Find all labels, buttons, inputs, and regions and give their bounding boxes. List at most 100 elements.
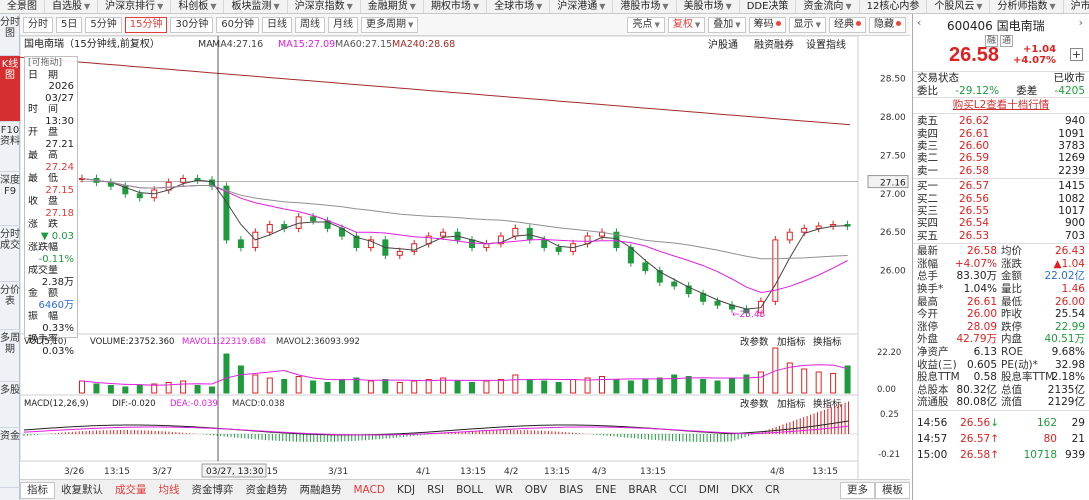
left-tab[interactable]: 深度F9 xyxy=(0,172,20,226)
indicator-tab[interactable]: 资金博弈 xyxy=(186,481,240,500)
indicator-tab[interactable]: BIAS xyxy=(553,481,589,500)
l2-purchase-link[interactable]: 购买L2查看十档行情 xyxy=(913,98,1089,115)
quote-row: 总手 83.30万 金额 22.02亿 xyxy=(913,270,1089,283)
indicator-tab[interactable]: MACD xyxy=(348,481,391,500)
period-button[interactable]: 60分钟 xyxy=(216,16,259,33)
period-button[interactable]: 日线 xyxy=(261,16,292,33)
indicator-tab[interactable]: BRAR xyxy=(622,481,663,500)
indicator-tab[interactable]: 模板 xyxy=(875,481,910,499)
left-tab[interactable]: 多股 xyxy=(0,382,20,428)
kline-chart-area[interactable]: 国电南瑞（15分钟线,前复权） MA MA4:27.16 MA15:27.09 MA60… xyxy=(19,35,910,479)
indicator-tab[interactable]: KDJ xyxy=(391,481,421,500)
period-button[interactable]: 更多周期 ▼ xyxy=(360,16,419,33)
menu-item[interactable]: 全景图 xyxy=(0,0,45,13)
indicator-tab[interactable]: CCI xyxy=(663,481,693,500)
period-button[interactable]: 月线 xyxy=(327,16,358,33)
tool-button[interactable]: 筹码 xyxy=(748,16,786,33)
menu-item[interactable]: 板块监测 ▼ xyxy=(224,0,288,13)
period-button[interactable]: 5日 xyxy=(56,16,83,33)
next-stock-icon[interactable]: › xyxy=(1079,16,1083,29)
info-value: 2026 xyxy=(48,81,74,92)
tool-button[interactable]: 亮点 ▼ xyxy=(627,16,665,33)
indicator-tab[interactable]: 收复默认 xyxy=(55,481,109,500)
chevron-down-icon: ▼ xyxy=(654,20,660,29)
drag-hint[interactable]: [可拖动] xyxy=(28,58,74,70)
last-price: 26.58 xyxy=(949,44,1000,66)
left-tab[interactable]: K线图 xyxy=(0,56,20,122)
buy-orderbook: 买一 26.57 1415 买二 26.56 1082 买三 26.55 1017 买四 26.54… xyxy=(913,179,1089,245)
menu-item[interactable]: 沪深京排行 ▼ xyxy=(98,0,172,13)
menu-item[interactable]: 资金流向 ▼ xyxy=(796,0,860,13)
menu-item[interactable]: 沪市导航 xyxy=(1064,0,1089,13)
period-button[interactable]: 15分钟 xyxy=(124,16,168,33)
chart-action-button: 融资融券 xyxy=(754,38,794,51)
x-axis-label: 13:15 xyxy=(544,467,570,477)
menu-item[interactable]: 沪深港通 ▼ xyxy=(550,0,614,13)
quote-value: 26.61 xyxy=(966,295,997,308)
left-tab[interactable]: 多周期 xyxy=(0,330,20,382)
orderbook-price: 26.62 xyxy=(959,115,990,128)
menu-item[interactable]: DDE决策 xyxy=(740,0,797,13)
tool-button[interactable]: 复权 ▼ xyxy=(667,16,706,33)
info-key: 金 额 xyxy=(28,288,58,299)
menu-item-label: 科创板 xyxy=(178,1,209,12)
quote-row: 股息TTM 0.58 股息率TTM 2.18% xyxy=(913,371,1089,384)
period-button[interactable]: 分时 xyxy=(23,16,53,33)
menu-item[interactable]: 沪深京指数 ▼ xyxy=(288,0,361,13)
left-tab[interactable]: F10资料 xyxy=(0,122,20,172)
left-tab[interactable]: 分时成交 xyxy=(0,226,20,282)
menu-item[interactable]: 港股市场 ▼ xyxy=(613,0,677,13)
indicator-tab[interactable]: OBV xyxy=(519,481,553,500)
orderbook-volume: 1017 xyxy=(1058,205,1085,218)
period-button[interactable]: 30分钟 xyxy=(170,16,214,33)
volume-bar xyxy=(497,379,504,394)
indicator-tab[interactable]: 指标 xyxy=(20,481,55,499)
quote-value: 83.30万 xyxy=(956,270,997,283)
tool-button[interactable]: 隐藏 xyxy=(869,16,906,33)
indicator-tab[interactable]: 成交量 xyxy=(109,481,153,500)
indicator-tab[interactable]: 两融趋势 xyxy=(294,481,348,500)
orderbook-volume: 1091 xyxy=(1058,127,1085,140)
tool-button[interactable]: 叠加 ▼ xyxy=(708,16,746,33)
left-tab[interactable]: 分价表 xyxy=(0,282,20,330)
indicator-tab[interactable]: 均线 xyxy=(153,481,186,500)
chevron-down-icon: ▼ xyxy=(1049,2,1056,11)
tick-count: 29 xyxy=(1071,416,1085,429)
period-button[interactable]: 5分钟 xyxy=(85,16,122,33)
tool-button[interactable]: 显示 ▼ xyxy=(788,16,826,33)
quote-key: 均价 xyxy=(1001,245,1022,258)
indicator-tab[interactable]: CR xyxy=(759,481,786,500)
menu-item[interactable]: 金融期货 ▼ xyxy=(361,0,424,13)
orderbook-level: 买三 xyxy=(917,205,938,218)
indicator-tab[interactable]: ENE xyxy=(589,481,622,500)
chevron-down-icon: ▼ xyxy=(725,2,732,11)
menu-item[interactable]: 12核心内参 xyxy=(860,0,928,13)
indicator-tab[interactable]: DMI xyxy=(693,481,725,500)
volume-bar xyxy=(223,353,230,394)
menu-item[interactable]: 个股风云 ▼ xyxy=(927,0,991,13)
add-watchlist-button[interactable]: + xyxy=(1070,48,1083,61)
indicator-tab[interactable]: 资金趋势 xyxy=(240,481,294,500)
menu-item[interactable]: 分析师指数 ▼ xyxy=(990,0,1064,13)
menu-item[interactable]: 期权市场 ▼ xyxy=(424,0,488,13)
menu-item[interactable]: 全球市场 ▼ xyxy=(487,0,551,13)
prev-stock-icon[interactable]: ‹ xyxy=(917,16,921,29)
volume-bar xyxy=(714,380,721,394)
orderbook-level: 卖四 xyxy=(917,127,938,140)
ma4-line xyxy=(81,178,848,310)
kline-chart-svg[interactable]: 国电南瑞（15分钟线,前复权） MA MA4:27.16 MA15:27.09 MA60… xyxy=(19,35,910,479)
indicator-tab[interactable]: 更多 xyxy=(840,481,875,499)
menu-item[interactable]: 美股市场 ▼ xyxy=(677,0,740,13)
tool-button[interactable]: 经典 xyxy=(829,16,866,33)
period-button[interactable]: 周线 xyxy=(294,16,325,33)
indicator-tab[interactable]: RSI xyxy=(421,481,450,500)
kline-info-box[interactable]: [可拖动] 日 期 2026 03/27 时 间 13:30 开 盘 27.21 最 高 27.2… xyxy=(24,56,78,357)
menu-item[interactable]: 自选股 ▼ xyxy=(45,0,99,13)
indicator-tab[interactable]: DKX xyxy=(725,481,759,500)
left-tab[interactable]: 资金 xyxy=(0,428,20,488)
indicator-tab[interactable]: BOLL xyxy=(450,481,489,500)
indicator-tab[interactable]: WR xyxy=(489,481,519,500)
left-tab[interactable]: 分时图 xyxy=(0,14,20,56)
menu-item[interactable]: 科创板 ▼ xyxy=(171,0,225,13)
mavol1-value: MAVOL1:22319.684 xyxy=(182,337,266,347)
